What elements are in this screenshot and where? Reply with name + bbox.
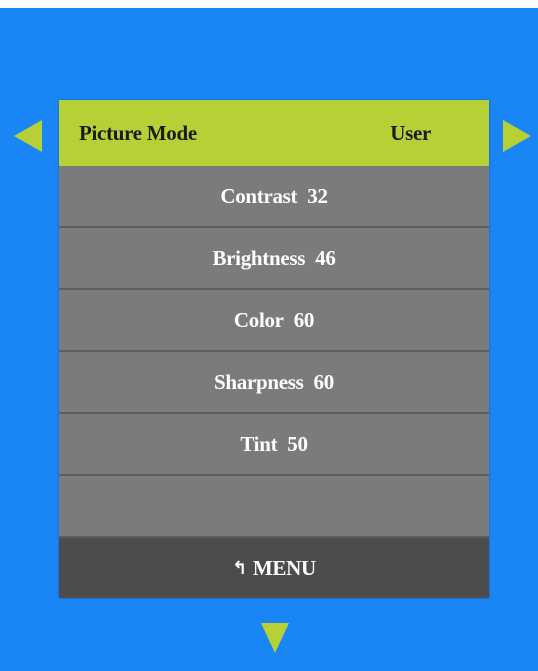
menu-footer[interactable]: ↰ MENU: [59, 538, 489, 598]
tint-row[interactable]: Tint 50: [59, 414, 489, 476]
brightness-row[interactable]: Brightness 46: [59, 228, 489, 290]
brightness-label: Brightness: [212, 245, 306, 270]
arrow-right-icon[interactable]: [503, 120, 531, 152]
sharpness-value: 60: [313, 369, 335, 394]
tv-osd-screen: Picture Mode User Contrast 32 Brightness…: [0, 8, 538, 671]
sharpness-label: Sharpness: [214, 369, 304, 394]
contrast-row[interactable]: Contrast 32: [59, 166, 489, 228]
empty-row: [59, 476, 489, 538]
contrast-label: Contrast: [220, 183, 298, 208]
picture-mode-label: Picture Mode: [79, 120, 197, 145]
picture-menu-panel: Picture Mode User Contrast 32 Brightness…: [59, 100, 489, 598]
color-label: Color: [233, 307, 284, 332]
sharpness-row[interactable]: Sharpness 60: [59, 352, 489, 414]
picture-mode-value: User: [390, 120, 431, 145]
picture-mode-row[interactable]: Picture Mode User: [59, 100, 489, 166]
return-arrow-icon: ↰: [232, 557, 247, 579]
menu-label: MENU: [252, 555, 316, 580]
color-value: 60: [293, 307, 315, 332]
brightness-value: 46: [315, 245, 336, 270]
arrow-down-icon[interactable]: [261, 623, 289, 653]
contrast-value: 32: [307, 183, 328, 208]
tint-label: Tint: [240, 431, 278, 456]
tint-value: 50: [287, 431, 308, 456]
arrow-left-icon[interactable]: [14, 120, 42, 152]
color-row[interactable]: Color 60: [59, 290, 489, 352]
